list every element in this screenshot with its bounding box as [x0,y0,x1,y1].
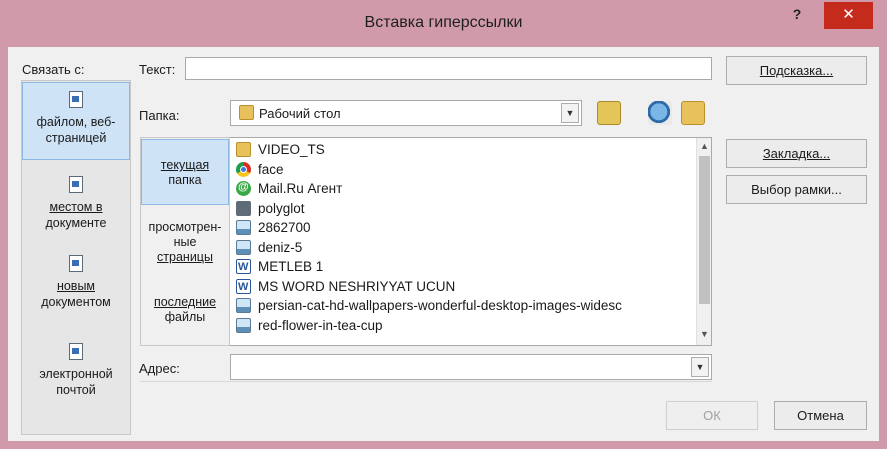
list-item[interactable]: MS WORD NESHRIYYAT UCUN [234,277,694,296]
file-name: MS WORD NESHRIYYAT UCUN [258,278,456,294]
word-document-icon [236,258,251,277]
link-to-place-in-document[interactable]: местом в документе [22,176,130,246]
desktop-folder-icon [239,105,254,120]
up-folder-icon[interactable] [597,101,621,125]
cancel-button[interactable]: Отмена [774,401,867,430]
place-in-document-icon [69,176,83,193]
dialog-body: Связать с: файлом, веб- страницей местом… [8,47,879,441]
list-item[interactable]: deniz-5 [234,238,694,258]
list-item[interactable]: face [234,160,694,180]
file-list: VIDEO_TS face Mail.Ru Агент polyglot 286… [234,140,694,344]
link-item-label: новым [56,279,96,293]
link-item-label: местом в [49,200,103,214]
image-icon [236,220,251,236]
tab-recent-files[interactable]: последние файлы [141,295,229,335]
link-item-label: почтой [56,383,96,397]
select-frame-button-label: Выбор рамки... [751,182,842,197]
image-icon [236,239,251,255]
list-item[interactable]: VIDEO_TS [234,140,694,160]
image-icon [236,298,251,314]
folder-dropdown[interactable]: Рабочий стол ▼ [230,100,582,126]
tab-label: ные [173,235,197,249]
browse-file-icon[interactable] [681,101,705,125]
word-document-icon [236,278,251,296]
tab-label: текущая [160,158,210,172]
link-item-label: документе [45,216,107,230]
file-name: deniz-5 [258,239,303,255]
file-name: persian-cat-hd-wallpapers-wonderful-desk… [258,298,622,314]
list-item[interactable]: polyglot [234,199,694,219]
new-document-icon [69,255,83,272]
chrome-shortcut-icon [236,161,251,177]
file-list-scrollbar[interactable]: ▲ ▼ [696,138,711,345]
hint-button-label: Подсказка... [759,63,834,78]
ok-button[interactable]: ОК [666,401,758,430]
scroll-thumb[interactable] [699,156,710,304]
close-button[interactable]: ✕ [824,2,873,29]
tab-label: папка [168,173,202,187]
link-item-label: страницей [45,131,107,145]
address-label: Адрес: [139,361,180,376]
tab-current-folder[interactable]: текущая папка [141,139,229,205]
tab-browsed-pages[interactable]: просмотрен- ные страницы [141,220,229,274]
link-to-new-document[interactable]: новым документом [22,255,130,325]
title-bar: Вставка гиперссылки ? ✕ [0,0,887,47]
address-input[interactable]: ▼ [230,354,712,380]
file-name: 2862700 [258,220,311,236]
file-name: METLEB 1 [258,259,324,275]
tab-label: файлы [164,310,206,324]
tab-label: просмотрен- [148,220,222,234]
scroll-up-icon[interactable]: ▲ [697,141,712,151]
list-item[interactable]: persian-cat-hd-wallpapers-wonderful-desk… [234,296,694,316]
link-item-label: электронной [39,367,113,381]
browse-web-icon[interactable] [648,101,672,125]
file-name: polyglot [258,200,305,216]
link-to-label: Связать с: [22,62,85,77]
text-input[interactable] [185,57,712,80]
link-item-label: файлом, веб- [36,115,116,129]
image-icon [236,317,251,333]
hint-button[interactable]: Подсказка... [726,56,867,85]
hyperlink-dialog: Вставка гиперссылки ? ✕ Связать с: файло… [0,0,887,449]
list-item[interactable]: 2862700 [234,218,694,238]
text-label: Текст: [139,62,176,77]
folder-label: Папка: [139,108,180,123]
browse-tabs: текущая папка просмотрен- ные страницы п… [140,137,230,346]
web-page-icon [69,91,83,108]
bookmark-button[interactable]: Закладка... [726,139,867,168]
bookmark-button-label: Закладка... [762,146,831,161]
list-item[interactable]: red-flower-in-tea-cup [234,316,694,336]
divider [140,381,712,382]
folder-value: Рабочий стол [259,106,341,121]
link-to-file-web-page[interactable]: файлом, веб- страницей [22,82,130,160]
help-button[interactable]: ? [784,6,810,28]
scroll-down-icon[interactable]: ▼ [697,329,712,339]
select-frame-button[interactable]: Выбор рамки... [726,175,867,204]
list-item[interactable]: Mail.Ru Агент [234,179,694,199]
chevron-down-icon[interactable]: ▼ [561,103,579,123]
chevron-down-icon[interactable]: ▼ [691,357,709,377]
file-name: face [258,161,284,177]
mail-agent-icon [236,179,251,197]
folder-icon [236,142,251,158]
file-name: Mail.Ru Агент [258,181,343,197]
link-to-email[interactable]: электронной почтой [22,343,130,413]
file-name: VIDEO_TS [258,142,325,158]
email-icon [69,343,83,360]
tab-label: страницы [157,250,213,264]
link-to-bar: файлом, веб- страницей местом в документ… [21,80,131,435]
app-icon [236,200,251,216]
link-item-label: документом [41,295,111,309]
file-name: red-flower-in-tea-cup [258,317,383,333]
dialog-title: Вставка гиперссылки [364,14,523,31]
list-item[interactable]: METLEB 1 [234,257,694,277]
tab-label: последние [153,295,217,309]
